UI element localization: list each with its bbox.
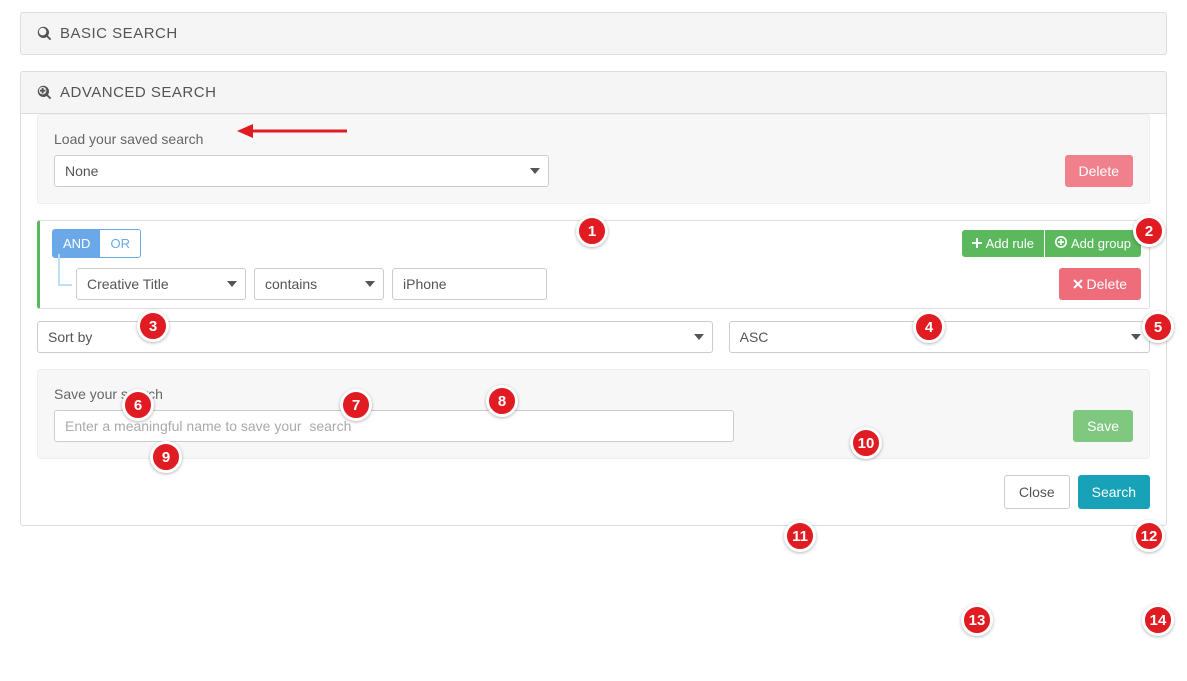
add-group-label: Add group <box>1071 236 1131 251</box>
search-button[interactable]: Search <box>1078 475 1150 509</box>
plus-icon <box>972 236 982 251</box>
save-search-input[interactable] <box>54 410 734 442</box>
x-icon <box>1073 276 1083 292</box>
add-group-button[interactable]: Add group <box>1045 230 1141 257</box>
sort-direction-select[interactable]: ASC <box>729 321 1150 353</box>
sort-row: Sort by ASC <box>37 321 1150 353</box>
load-saved-panel: Load your saved search None Delete <box>37 114 1150 204</box>
or-button[interactable]: OR <box>100 230 140 257</box>
basic-search-header[interactable]: BASIC SEARCH <box>20 12 1167 55</box>
advanced-search-body: Load your saved search None Delete AND O… <box>20 98 1167 526</box>
query-builder: AND OR Add rule Add group <box>37 220 1150 309</box>
sort-by-select[interactable]: Sort by <box>37 321 713 353</box>
add-rule-label: Add rule <box>986 236 1034 251</box>
load-saved-select[interactable]: None <box>54 155 549 187</box>
save-search-label: Save your search <box>54 386 1133 402</box>
save-search-panel: Save your search Save <box>37 369 1150 459</box>
rule-delete-button[interactable]: Delete <box>1059 268 1141 300</box>
and-button[interactable]: AND <box>53 230 100 257</box>
load-saved-label: Load your saved search <box>54 131 1133 147</box>
annotation-marker: 14 <box>1142 604 1174 636</box>
rule-delete-label: Delete <box>1087 276 1127 292</box>
basic-search-title: BASIC SEARCH <box>60 25 178 42</box>
annotation-marker: 13 <box>961 604 993 636</box>
advanced-search-header[interactable]: ADVANCED SEARCH <box>20 71 1167 114</box>
rule-value-input[interactable] <box>392 268 547 300</box>
rule-operator-select[interactable]: contains <box>254 268 384 300</box>
circle-plus-icon <box>1055 236 1067 251</box>
add-rule-button[interactable]: Add rule <box>962 230 1044 257</box>
rule-field-select[interactable]: Creative Title <box>76 268 246 300</box>
condition-toggle: AND OR <box>52 229 141 258</box>
search-icon <box>37 26 52 41</box>
footer-actions: Close Search <box>37 475 1150 509</box>
rule-row: Creative Title contains Delete <box>52 268 1141 300</box>
advanced-search-title: ADVANCED SEARCH <box>60 84 216 101</box>
search-plus-icon <box>37 85 52 100</box>
load-saved-delete-button[interactable]: Delete <box>1065 155 1133 187</box>
save-search-button[interactable]: Save <box>1073 410 1133 442</box>
close-button[interactable]: Close <box>1004 475 1070 509</box>
